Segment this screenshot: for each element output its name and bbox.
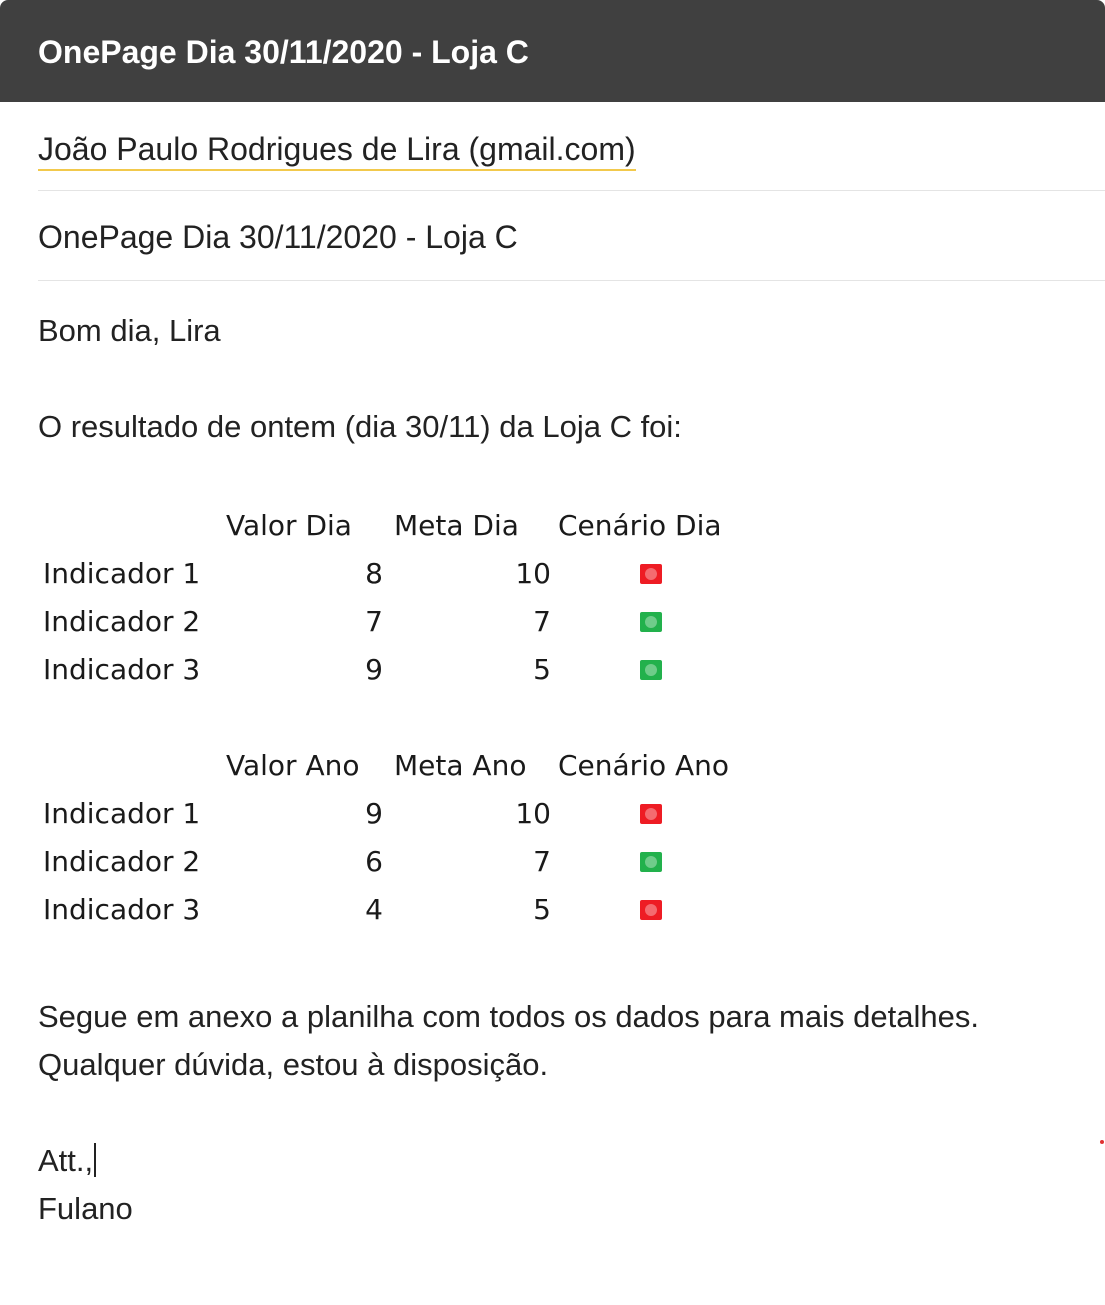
target-cell: 7 [533, 605, 551, 638]
target-cell: 5 [533, 893, 551, 926]
status-red-icon [640, 900, 662, 920]
signoff-line: Att., [38, 1141, 97, 1181]
target-cell: 10 [515, 557, 551, 590]
subject-row[interactable]: OnePage Dia 30/11/2020 - Loja C [38, 191, 1105, 281]
status-red-icon [640, 804, 662, 824]
target-cell: 5 [533, 653, 551, 686]
value-cell: 9 [365, 797, 383, 830]
status-green-icon [640, 660, 662, 680]
intro-text: O resultado de ontem (dia 30/11) da Loja… [38, 409, 682, 444]
compose-title-bar[interactable]: OnePage Dia 30/11/2020 - Loja C [0, 0, 1105, 102]
text-cursor [94, 1143, 97, 1177]
indicator-label: Indicador 2 [43, 605, 201, 638]
value-cell: 9 [365, 653, 383, 686]
recipients-row[interactable]: João Paulo Rodrigues de Lira (gmail.com) [38, 102, 1105, 191]
indicator-label: Indicador 1 [43, 557, 201, 590]
status-icon-cell [640, 804, 662, 824]
column-header: Cenário Dia [558, 509, 722, 542]
signoff-text: Att., [38, 1143, 94, 1178]
signature-text: Fulano [38, 1191, 133, 1226]
column-header: Valor Dia [226, 509, 352, 542]
value-cell: 6 [365, 845, 383, 878]
closing-line-attachment: Segue em anexo a planilha com todos os d… [38, 999, 979, 1034]
status-icon-cell [640, 900, 662, 920]
value-cell: 4 [365, 893, 383, 926]
status-green-icon [640, 612, 662, 632]
status-icon-cell [640, 612, 662, 632]
indicator-label: Indicador 3 [43, 893, 201, 926]
status-icon-cell [640, 564, 662, 584]
target-cell: 10 [515, 797, 551, 830]
column-header: Meta Ano [394, 749, 527, 782]
indicator-label: Indicador 1 [43, 797, 201, 830]
status-icon-cell [640, 852, 662, 872]
closing-line-availability: Qualquer dúvida, estou à disposição. [38, 1047, 549, 1082]
subject-input[interactable]: OnePage Dia 30/11/2020 - Loja C [38, 217, 1038, 257]
status-red-icon [640, 564, 662, 584]
greeting-text: Bom dia, Lira [38, 313, 221, 348]
compose-window-title: OnePage Dia 30/11/2020 - Loja C [38, 34, 529, 70]
status-icon-cell [640, 660, 662, 680]
status-green-icon [640, 852, 662, 872]
value-cell: 7 [365, 605, 383, 638]
recipient-chip[interactable]: João Paulo Rodrigues de Lira (gmail.com) [38, 129, 636, 171]
value-cell: 8 [365, 557, 383, 590]
column-header: Valor Ano [226, 749, 360, 782]
indicator-label: Indicador 2 [43, 845, 201, 878]
red-dot-marker [1100, 1140, 1104, 1144]
target-cell: 7 [533, 845, 551, 878]
message-body[interactable]: Bom dia, Lira O resultado de ontem (dia … [38, 281, 1105, 1281]
indicator-label: Indicador 3 [43, 653, 201, 686]
column-header: Meta Dia [394, 509, 519, 542]
column-header: Cenário Ano [558, 749, 730, 782]
